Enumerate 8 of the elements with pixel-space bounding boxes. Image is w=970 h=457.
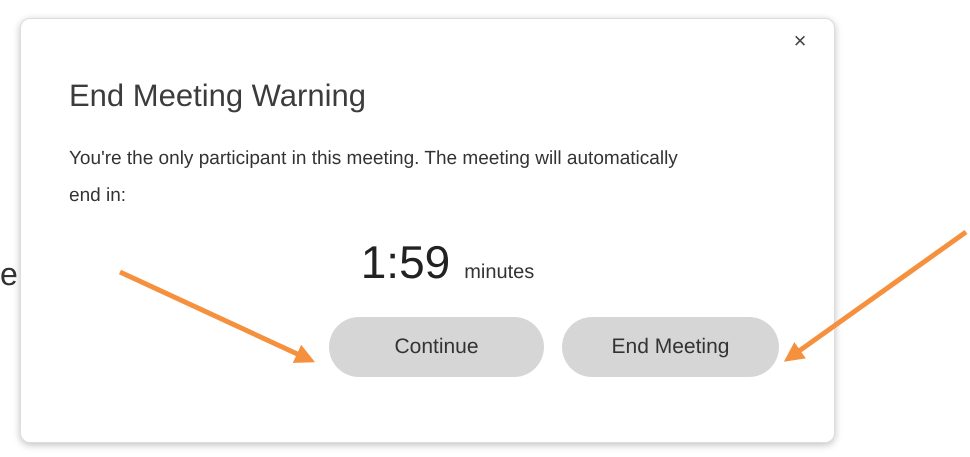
countdown-unit: minutes (464, 260, 534, 284)
warning-message: You're the only participant in this meeting. The meeting will automatically end in: (69, 146, 679, 208)
countdown-timer: 1:59 (360, 234, 450, 290)
background-text: e (0, 255, 18, 294)
dialog-title: End Meeting Warning (69, 77, 367, 115)
continue-button[interactable]: Continue (329, 316, 544, 376)
end-meeting-button[interactable]: End Meeting (562, 316, 779, 376)
close-button[interactable]: × (788, 29, 812, 53)
